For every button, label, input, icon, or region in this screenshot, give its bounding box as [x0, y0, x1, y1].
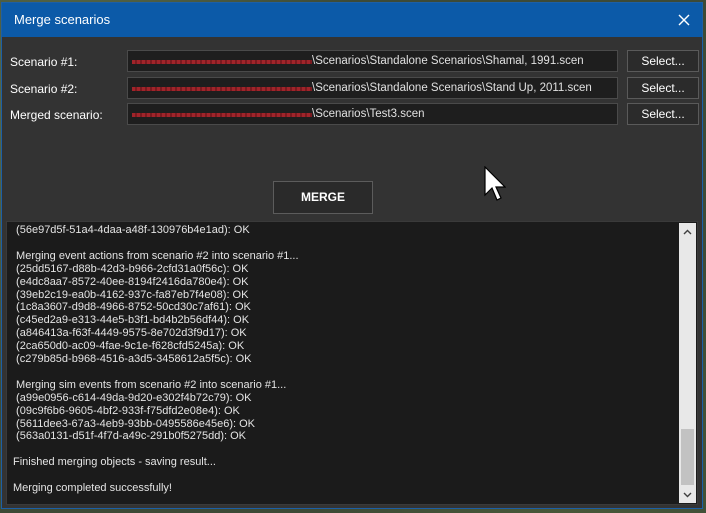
- scroll-down-button[interactable]: [679, 486, 696, 503]
- log-line: (1c8a3607-d9d8-4966-8752-50cd30c7af61): …: [13, 301, 251, 314]
- merged-scenario-row: Merged scenario: \Scenarios\Test3.scen S…: [2, 103, 702, 127]
- log-line: (56e97d5f-51a4-4daa-a48f-130976b4e1ad): …: [13, 224, 250, 236]
- merged-scenario-label: Merged scenario:: [10, 108, 103, 122]
- redacted-path-prefix: [132, 60, 312, 64]
- scenario-2-select-button[interactable]: Select...: [627, 77, 699, 99]
- log-line: (c279b85d-b968-4516-a3d5-3458612a5f5c): …: [13, 353, 252, 366]
- log-line: (a846413a-f63f-4449-9575-8e702d3f9d17): …: [13, 327, 247, 340]
- redacted-path-prefix: [132, 87, 312, 91]
- scroll-up-icon: [683, 229, 692, 234]
- scroll-down-icon: [683, 492, 692, 497]
- scenario-2-label: Scenario #2:: [10, 82, 78, 96]
- log-line: (2ca650d0-ac09-4fae-9c1e-f628cfd5245a): …: [13, 340, 245, 353]
- dialog-title: Merge scenarios: [14, 12, 111, 27]
- merge-button[interactable]: MERGE: [273, 181, 373, 214]
- close-button[interactable]: [670, 6, 698, 34]
- log-line: (39eb2c19-ea0b-4162-937c-fa87eb7f4e08): …: [13, 288, 249, 301]
- merge-scenarios-dialog: Merge scenarios Scenario #1: \Scenarios\…: [1, 2, 703, 509]
- scenario-1-select-button[interactable]: Select...: [627, 50, 699, 72]
- log-line: (a99e0956-c614-49da-9d20-e302f4b72c79): …: [13, 391, 252, 404]
- log-line: Merging completed successfully!: [13, 482, 172, 495]
- scenario-1-row: Scenario #1: \Scenarios\Standalone Scena…: [2, 50, 702, 74]
- scenario-2-path: \Scenarios\Standalone Scenarios\Stand Up…: [312, 82, 592, 94]
- log-line: (25dd5167-d88b-42d3-b966-2cfd31a0f56c): …: [13, 262, 249, 275]
- merged-scenario-path: \Scenarios\Test3.scen: [312, 108, 425, 120]
- log-line: Merging sim events from scenario #2 into…: [13, 378, 287, 391]
- log-line: Finished merging objects - saving result…: [13, 456, 216, 469]
- scroll-up-button[interactable]: [679, 223, 696, 240]
- scroll-thumb[interactable]: [681, 429, 694, 485]
- close-icon: [678, 14, 690, 26]
- redacted-path-prefix: [132, 113, 312, 117]
- title-bar: Merge scenarios: [2, 3, 702, 37]
- scenario-1-path: \Scenarios\Standalone Scenarios\Shamal, …: [312, 55, 584, 67]
- log-content: (56e97d5f-51a4-4daa-a48f-130976b4e1ad): …: [13, 224, 675, 495]
- merged-scenario-path-field[interactable]: \Scenarios\Test3.scen: [127, 103, 618, 125]
- log-line: (5611dee3-67a3-4eb9-93bb-0495586e45e6): …: [13, 417, 255, 430]
- merged-scenario-select-button[interactable]: Select...: [627, 103, 699, 125]
- scenario-2-row: Scenario #2: \Scenarios\Standalone Scena…: [2, 77, 702, 101]
- log-line: (563a0131-d51f-4f7d-a49c-291b0f5275dd): …: [13, 430, 247, 443]
- scenario-1-label: Scenario #1:: [10, 55, 78, 69]
- mouse-cursor-icon: [484, 166, 506, 201]
- log-line: Merging event actions from scenario #2 i…: [13, 249, 299, 262]
- log-line: (09c9f6b6-9605-4bf2-933f-f75dfd2e08e4): …: [13, 404, 240, 417]
- log-line: (c45ed2a9-e313-44e5-b3f1-bd4b2b56df44): …: [13, 314, 250, 327]
- log-line: (e4dc8aa7-8572-40ee-8194f2416da780e4): O…: [13, 275, 249, 288]
- scenario-2-path-field[interactable]: \Scenarios\Standalone Scenarios\Stand Up…: [127, 77, 618, 99]
- log-scrollbar[interactable]: [679, 223, 696, 503]
- merge-log[interactable]: (56e97d5f-51a4-4daa-a48f-130976b4e1ad): …: [6, 221, 698, 505]
- scenario-1-path-field[interactable]: \Scenarios\Standalone Scenarios\Shamal, …: [127, 50, 618, 72]
